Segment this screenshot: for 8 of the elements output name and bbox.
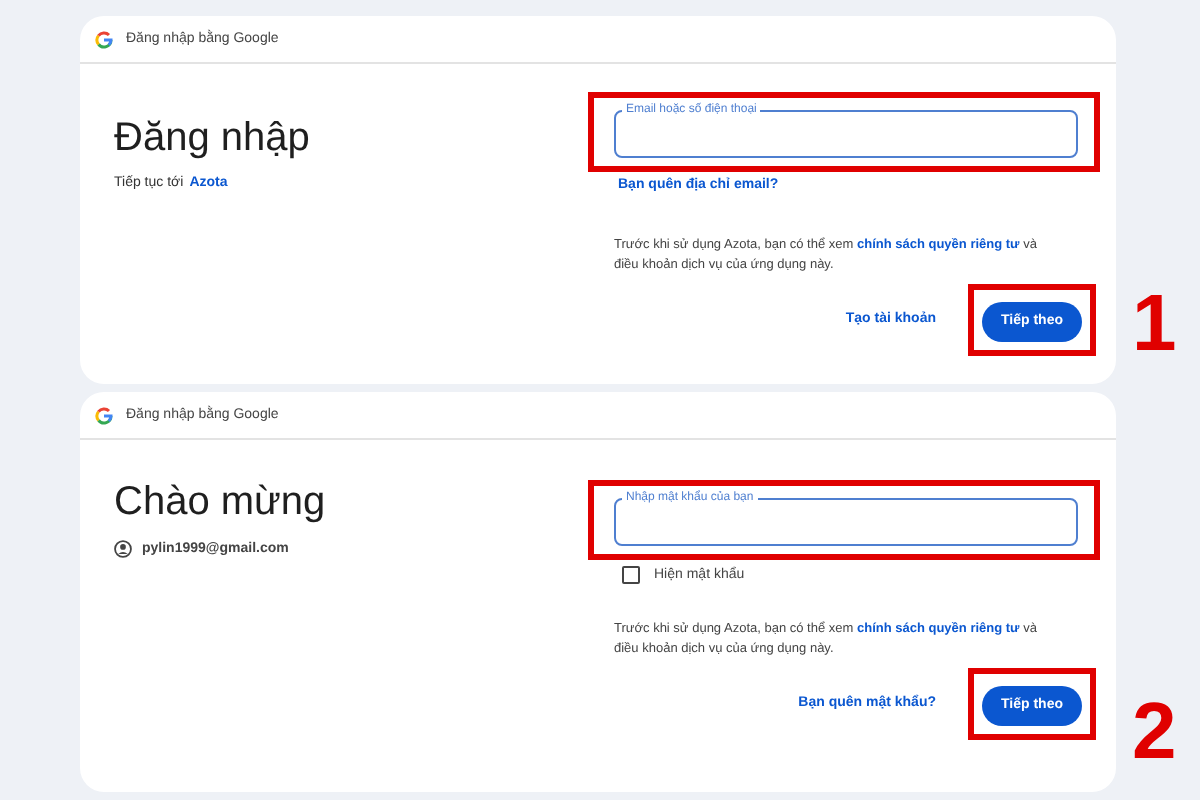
step-number: 1 [1132,284,1177,364]
page-heading: Đăng nhập [114,114,312,164]
google-g-icon [94,29,114,49]
account-icon [114,540,132,558]
step-number: 2 [1132,692,1177,772]
google-g-icon [94,405,114,425]
checkbox[interactable] [622,566,640,584]
page-heading: Chào mừng [114,478,328,528]
